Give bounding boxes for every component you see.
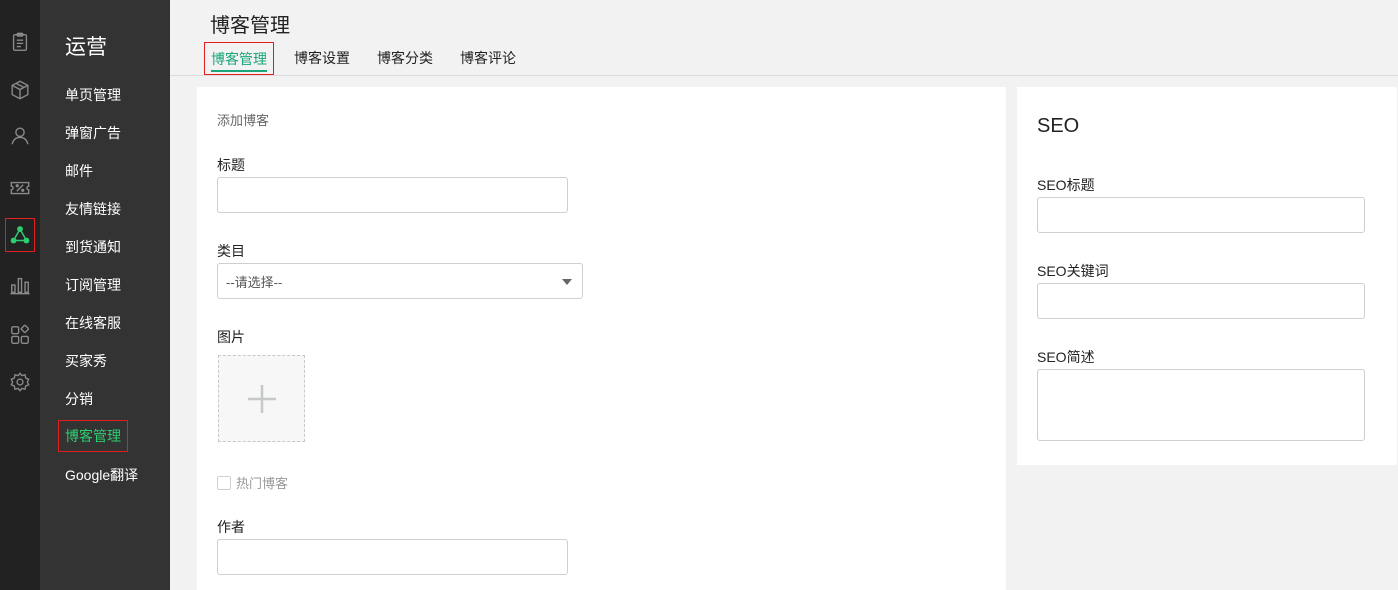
icon-rail [0, 0, 40, 590]
title-label: 标题 [217, 157, 245, 173]
coupon-icon[interactable] [5, 171, 35, 205]
tab-label: 博客管理 [211, 51, 267, 67]
tab-active-indicator [211, 70, 267, 72]
seo-title-input[interactable] [1037, 197, 1365, 233]
sidebar-item-buyer-show[interactable]: 买家秀 [65, 351, 107, 371]
chevron-down-icon [562, 279, 572, 285]
image-label: 图片 [217, 329, 245, 345]
sidebar-item-popup-ads[interactable]: 弹窗广告 [65, 123, 121, 143]
box-icon[interactable] [5, 73, 35, 107]
tab-bar: 博客管理 博客设置 博客分类 博客评论 [170, 40, 1398, 76]
section-title: 添加博客 [217, 113, 270, 128]
category-label: 类目 [217, 243, 245, 259]
sidebar-item-blog[interactable]: 博客管理 [58, 420, 128, 452]
seo-keywords-input[interactable] [1037, 283, 1365, 319]
author-label: 作者 [217, 519, 245, 535]
hot-blog-checkbox[interactable]: 热门博客 [217, 473, 288, 492]
sidebar-item-subscriptions[interactable]: 订阅管理 [65, 275, 121, 295]
image-upload-button[interactable] [218, 355, 305, 442]
sidebar-item-friend-links[interactable]: 友情链接 [65, 199, 121, 219]
seo-keywords-label: SEO关键词 [1037, 263, 1109, 279]
sidebar: 运营 单页管理 弹窗广告 邮件 友情链接 到货通知 订阅管理 在线客服 买家秀 … [40, 0, 170, 590]
add-blog-card: 添加博客 标题 类目 --请选择-- 图片 热门博客 作者 [197, 87, 1006, 590]
tab-blog-comments[interactable]: 博客评论 [460, 48, 516, 68]
seo-description-label: SEO简述 [1037, 349, 1095, 365]
category-selected-value: --请选择-- [226, 274, 283, 290]
title-input[interactable] [217, 177, 568, 213]
sidebar-item-live-chat[interactable]: 在线客服 [65, 313, 121, 333]
checkbox-box[interactable] [217, 475, 231, 490]
sidebar-item-distribution[interactable]: 分销 [65, 389, 93, 409]
seo-heading: SEO [1037, 115, 1080, 137]
plus-icon [247, 384, 276, 413]
sidebar-item-single-page[interactable]: 单页管理 [65, 85, 121, 105]
sidebar-item-arrival-notice[interactable]: 到货通知 [65, 237, 121, 257]
gear-icon[interactable] [5, 365, 35, 399]
seo-card: SEO SEO标题 SEO关键词 SEO简述 [1017, 87, 1397, 465]
page-title: 博客管理 [210, 15, 290, 37]
sidebar-title: 运营 [65, 36, 107, 59]
tab-blog-settings[interactable]: 博客设置 [294, 48, 350, 68]
tab-blog-management[interactable]: 博客管理 [204, 42, 274, 75]
apps-icon[interactable] [5, 318, 35, 352]
chart-icon[interactable] [5, 268, 35, 302]
hot-blog-label: 热门博客 [236, 476, 289, 491]
sidebar-item-email[interactable]: 邮件 [65, 161, 93, 181]
tab-blog-categories[interactable]: 博客分类 [377, 48, 433, 68]
seo-title-label: SEO标题 [1037, 177, 1095, 193]
seo-description-textarea[interactable] [1037, 369, 1365, 441]
user-icon[interactable] [5, 119, 35, 153]
share-icon[interactable] [5, 218, 35, 252]
sidebar-item-google-translate[interactable]: Google翻译 [65, 465, 138, 485]
clipboard-icon[interactable] [5, 25, 35, 59]
author-input[interactable] [217, 539, 568, 575]
category-select[interactable]: --请选择-- [217, 263, 583, 299]
